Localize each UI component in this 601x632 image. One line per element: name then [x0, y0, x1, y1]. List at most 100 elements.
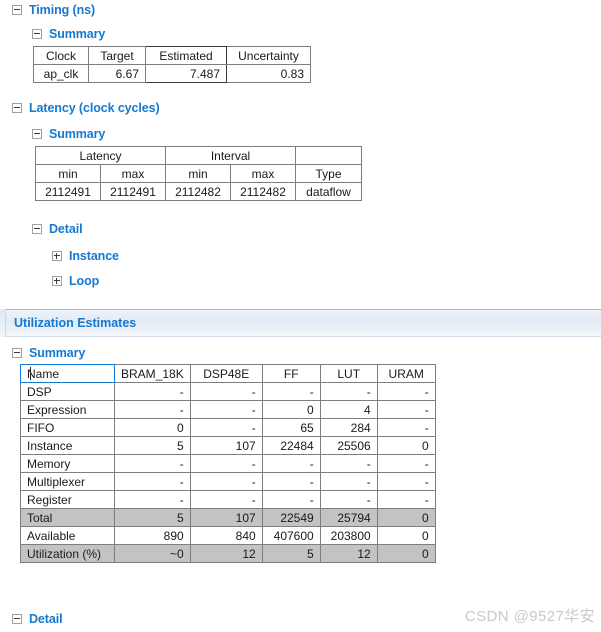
timing-cell-estimated: 7.487: [145, 64, 227, 83]
timing-summary-toggle-row[interactable]: Summary: [32, 24, 105, 44]
utilization-cell-ff: 0: [261, 400, 321, 419]
utilization-header-uram: URAM: [376, 364, 436, 383]
utilization-cell-bram18k: -: [114, 382, 191, 401]
utilization-cell-bram18k: 5: [114, 508, 191, 527]
utilization-cell-lut: -: [319, 382, 378, 401]
collapse-icon[interactable]: [12, 5, 22, 15]
utilization-header-bram18k: BRAM_18K: [114, 364, 191, 383]
latency-header-latency-min: min: [35, 164, 101, 183]
timing-summary-label[interactable]: Summary: [49, 27, 105, 41]
expand-icon[interactable]: [52, 251, 62, 261]
utilization-cell-lut: 284: [319, 418, 378, 437]
utilization-cell-ff: 22484: [261, 436, 321, 455]
table-row: DSP - - - - -: [20, 382, 436, 401]
utilization-cell-lut: 25506: [319, 436, 378, 455]
table-header-row: min max min max Type: [35, 164, 362, 183]
collapse-icon[interactable]: [12, 103, 22, 113]
table-row-total: Total 5 107 22549 25794 0: [20, 508, 436, 527]
table-row: Multiplexer - - - - -: [20, 472, 436, 491]
utilization-cell-bram18k: -: [114, 454, 191, 473]
utilization-cell-dsp48e: -: [189, 490, 263, 509]
latency-header-interval-max: max: [230, 164, 296, 183]
table-row: Instance 5 107 22484 25506 0: [20, 436, 436, 455]
text-caret: [30, 367, 31, 380]
utilization-row-name: DSP: [20, 382, 115, 401]
latency-summary-table: Latency Interval min max min max Type 21…: [35, 146, 362, 201]
latency-cell-latency-max: 2112491: [100, 182, 166, 201]
collapse-icon[interactable]: [32, 129, 42, 139]
utilization-row-name: Utilization (%): [20, 544, 115, 563]
utilization-cell-uram: -: [376, 418, 436, 437]
utilization-cell-ff: 22549: [261, 508, 321, 527]
timing-cell-target: 6.67: [88, 64, 146, 83]
latency-summary-toggle-row[interactable]: Summary: [32, 124, 105, 144]
table-row: Register - - - - -: [20, 490, 436, 509]
latency-detail-loop-label[interactable]: Loop: [69, 274, 99, 288]
utilization-row-name: FIFO: [20, 418, 115, 437]
utilization-detail-label[interactable]: Detail: [29, 612, 63, 626]
watermark: CSDN @9527华安: [464, 608, 595, 625]
table-header-row: Clock Target Estimated Uncertainty: [33, 46, 311, 65]
collapse-icon[interactable]: [32, 29, 42, 39]
utilization-cell-dsp48e: 12: [189, 544, 263, 563]
utilization-detail-toggle-row[interactable]: Detail: [12, 609, 63, 629]
latency-detail-loop-row[interactable]: Loop: [52, 271, 99, 291]
utilization-banner-title: Utilization Estimates: [14, 316, 137, 330]
utilization-cell-lut: 25794: [319, 508, 378, 527]
latency-summary-label[interactable]: Summary: [49, 127, 105, 141]
utilization-header-ff: FF: [261, 364, 321, 383]
timing-summary-table: Clock Target Estimated Uncertainty ap_cl…: [33, 46, 311, 83]
utilization-row-name: Total: [20, 508, 115, 527]
utilization-cell-uram: -: [376, 400, 436, 419]
table-row: ap_clk 6.67 7.487 0.83: [33, 64, 311, 83]
utilization-summary-toggle-row[interactable]: Summary: [12, 343, 85, 363]
table-row: Expression - - 0 4 -: [20, 400, 436, 419]
table-group-header-row: Latency Interval: [35, 146, 362, 165]
timing-section-label[interactable]: Timing (ns): [29, 3, 95, 17]
utilization-cell-dsp48e: -: [189, 472, 263, 491]
latency-detail-instance-label[interactable]: Instance: [69, 249, 119, 263]
latency-section-toggle-row[interactable]: Latency (clock cycles): [12, 98, 160, 118]
table-header-row: Name BRAM_18K DSP48E FF LUT URAM: [20, 364, 436, 383]
utilization-row-name: Instance: [20, 436, 115, 455]
latency-detail-toggle-row[interactable]: Detail: [32, 219, 83, 239]
utilization-cell-dsp48e: 107: [189, 436, 263, 455]
utilization-cell-dsp48e: 107: [189, 508, 263, 527]
utilization-cell-uram: 0: [376, 544, 436, 563]
latency-section-label[interactable]: Latency (clock cycles): [29, 101, 160, 115]
utilization-header-name[interactable]: Name: [20, 364, 115, 383]
utilization-cell-ff: 5: [261, 544, 321, 563]
table-row: 2112491 2112491 2112482 2112482 dataflow: [35, 182, 362, 201]
timing-section-toggle-row[interactable]: Timing (ns): [12, 0, 95, 20]
latency-detail-label[interactable]: Detail: [49, 222, 83, 236]
utilization-row-name: Multiplexer: [20, 472, 115, 491]
expand-icon[interactable]: [52, 276, 62, 286]
collapse-icon[interactable]: [12, 348, 22, 358]
latency-cell-latency-min: 2112491: [35, 182, 101, 201]
utilization-cell-ff: -: [261, 472, 321, 491]
collapse-icon[interactable]: [12, 614, 22, 624]
latency-group-header-latency: Latency: [35, 146, 166, 165]
latency-detail-instance-row[interactable]: Instance: [52, 246, 119, 266]
table-row: Memory - - - - -: [20, 454, 436, 473]
latency-cell-interval-max: 2112482: [230, 182, 296, 201]
utilization-cell-ff: 65: [261, 418, 321, 437]
utilization-header-name-label: Name: [27, 366, 60, 381]
utilization-summary-label[interactable]: Summary: [29, 346, 85, 360]
utilization-cell-dsp48e: -: [189, 400, 263, 419]
latency-cell-type: dataflow: [295, 182, 362, 201]
utilization-cell-lut: -: [319, 454, 378, 473]
table-row-utilization-pct: Utilization (%) ~0 12 5 12 0: [20, 544, 436, 563]
utilization-row-name: Available: [20, 526, 115, 545]
table-row-available: Available 890 840 407600 203800 0: [20, 526, 436, 545]
latency-group-header-interval: Interval: [165, 146, 296, 165]
collapse-icon[interactable]: [32, 224, 42, 234]
latency-group-header-empty: [295, 146, 362, 165]
utilization-cell-ff: -: [261, 454, 321, 473]
utilization-cell-uram: -: [376, 382, 436, 401]
utilization-header-dsp48e: DSP48E: [189, 364, 263, 383]
utilization-row-name: Memory: [20, 454, 115, 473]
table-row: FIFO 0 - 65 284 -: [20, 418, 436, 437]
utilization-cell-uram: -: [376, 490, 436, 509]
timing-header-uncertainty: Uncertainty: [226, 46, 311, 65]
